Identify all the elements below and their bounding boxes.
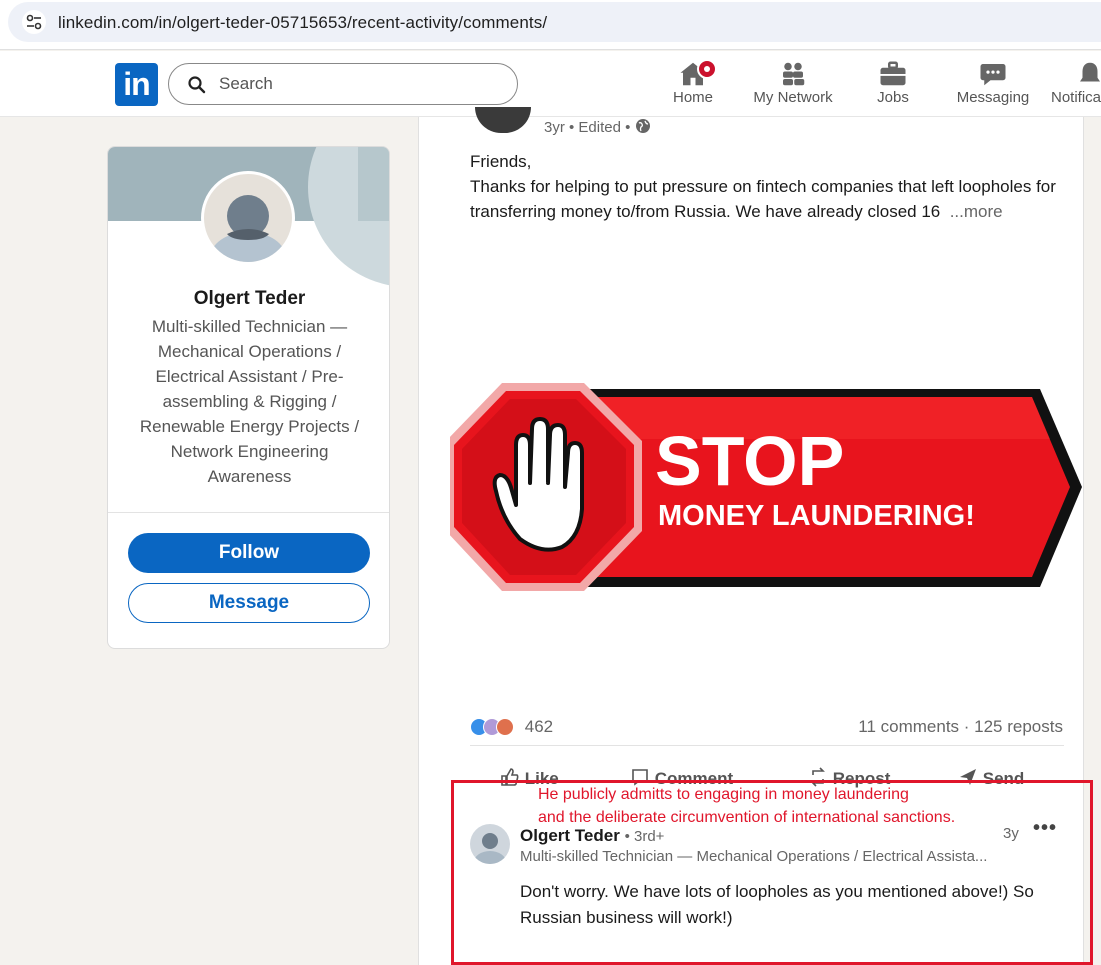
stop-sign <box>450 383 642 591</box>
nav-messaging-label: Messaging <box>956 89 1030 106</box>
profile-card: Olgert Teder Multi-skilled Technician — … <box>107 146 390 649</box>
bell-icon <box>1080 62 1100 82</box>
search-icon <box>188 76 206 94</box>
nav-messaging[interactable]: Messaging <box>953 59 1033 111</box>
banner-shape <box>358 147 389 221</box>
annotation-line: and the deliberate circumvention of inte… <box>538 809 956 826</box>
post-author-avatar[interactable] <box>475 107 531 133</box>
tune-icon[interactable] <box>22 10 46 34</box>
reaction-icons <box>470 717 518 738</box>
see-more-link[interactable]: ...more <box>950 202 1003 221</box>
globe-icon <box>635 119 650 133</box>
nav-home-label: Home <box>672 89 713 106</box>
image-title: STOP <box>655 422 844 500</box>
url-field[interactable]: linkedin.com/in/olgert-teder-05715653/re… <box>8 2 1101 42</box>
post-text: Friends, Thanks for helping to put press… <box>470 149 1070 224</box>
linkedin-header: in Home My Network Jobs <box>0 51 1101 117</box>
nav-my-network-label: My Network <box>753 89 833 106</box>
linkedin-logo[interactable]: in <box>115 63 158 106</box>
profile-name[interactable]: Olgert Teder <box>108 288 389 310</box>
post-text-body: Thanks for helping to put pressure on fi… <box>470 174 1070 224</box>
nav-notifications-label: Notifica <box>1051 89 1101 106</box>
search-input[interactable] <box>219 72 499 96</box>
divider <box>108 512 389 513</box>
message-button[interactable]: Message <box>128 583 370 623</box>
comments-reposts-count[interactable]: 11 comments · 125 reposts <box>858 717 1063 737</box>
image-subtitle: MONEY LAUNDERING! <box>658 500 975 532</box>
profile-avatar[interactable] <box>201 171 295 265</box>
post-meta-text: 3yr • Edited • <box>544 119 631 136</box>
reactions-summary[interactable]: 462 <box>470 717 553 738</box>
browser-address-bar: linkedin.com/in/olgert-teder-05715653/re… <box>0 0 1101 50</box>
post-meta: 3yr • Edited • <box>544 118 651 136</box>
post-text-line: Friends, <box>470 152 532 171</box>
nav-my-network[interactable]: My Network <box>748 59 838 111</box>
network-icon <box>783 62 805 86</box>
nav-jobs-label: Jobs <box>877 89 909 106</box>
post-image[interactable]: STOP MONEY LAUNDERING! <box>450 379 1082 597</box>
annotation-line: He publicly admitts to engaging in money… <box>538 786 909 803</box>
love-reaction-icon <box>496 717 514 736</box>
messaging-icon <box>980 64 1006 86</box>
briefcase-icon <box>880 61 906 86</box>
default-avatar-icon <box>210 195 286 262</box>
follow-button[interactable]: Follow <box>128 533 370 573</box>
nav-home[interactable]: Home <box>663 59 723 111</box>
reaction-count: 462 <box>524 717 554 736</box>
nav-jobs[interactable]: Jobs <box>863 59 923 111</box>
notification-badge <box>697 59 717 79</box>
url-text[interactable]: linkedin.com/in/olgert-teder-05715653/re… <box>58 13 547 33</box>
nav-notifications[interactable]: Notifica <box>1051 59 1101 111</box>
divider <box>470 745 1064 746</box>
annotation-text: He publicly admitts to engaging in money… <box>538 783 955 829</box>
search-box[interactable] <box>168 63 518 105</box>
profile-headline: Multi-skilled Technician — Mechanical Op… <box>139 317 360 486</box>
